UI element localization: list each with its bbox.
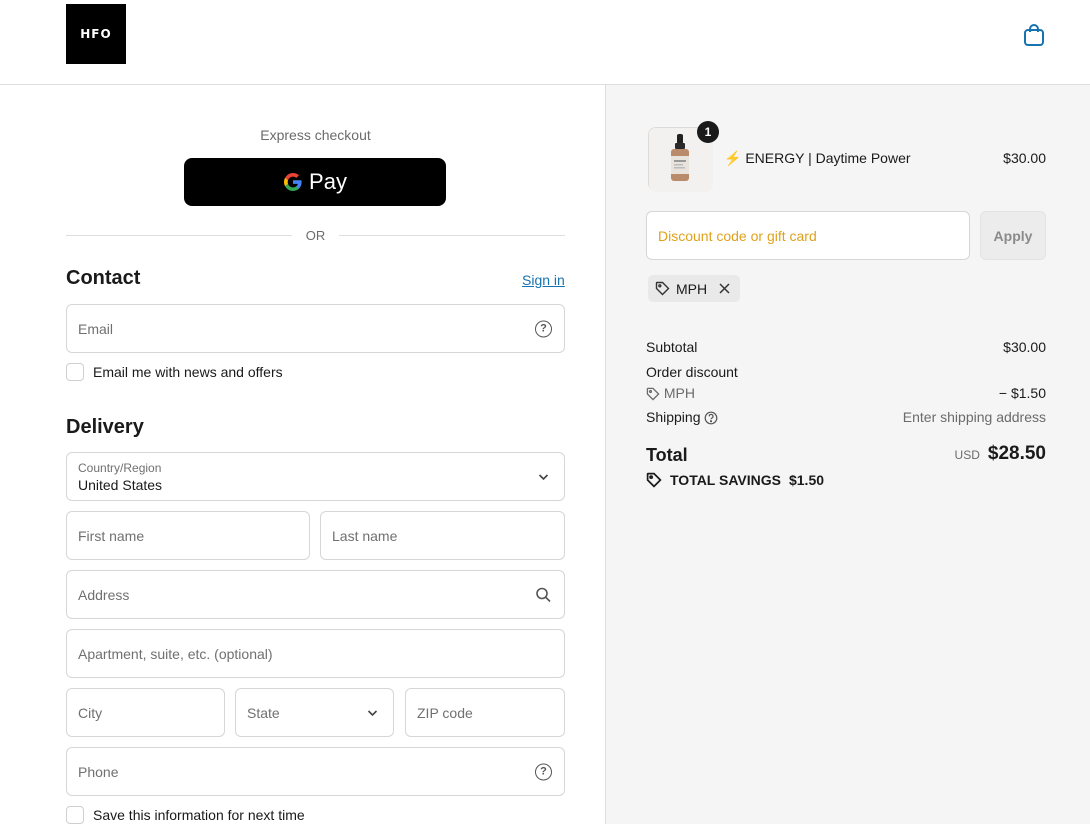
save-info-checkbox[interactable] — [66, 806, 84, 824]
divider-line — [66, 234, 292, 236]
email-placeholder: Email — [78, 320, 114, 337]
last-name-field[interactable]: Last name — [320, 511, 565, 560]
total-currency: USD — [954, 448, 980, 462]
country-region-select[interactable]: Country/Region United States — [66, 452, 565, 501]
subtotal-row: Subtotal $30.00 — [646, 339, 1046, 355]
discount-placeholder: Discount code or gift card — [658, 227, 817, 244]
close-icon[interactable] — [717, 281, 732, 296]
apply-button[interactable]: Apply — [980, 211, 1046, 260]
savings-label: TOTAL SAVINGS — [670, 472, 781, 488]
help-icon[interactable]: ? — [535, 320, 552, 337]
header: HFO — [0, 0, 1090, 85]
apartment-field[interactable]: Apartment, suite, etc. (optional) — [66, 629, 565, 678]
phone-field[interactable]: Phone ? — [66, 747, 565, 796]
or-divider: OR — [66, 227, 565, 243]
help-icon[interactable] — [704, 411, 718, 425]
total-value: $28.50 — [987, 443, 1046, 464]
shipping-value: Enter shipping address — [902, 409, 1046, 425]
save-info-label: Save this information for next time — [93, 807, 305, 823]
news-offers-row[interactable]: Email me with news and offers — [66, 363, 283, 381]
city-placeholder: City — [78, 704, 103, 721]
chevron-down-icon — [538, 473, 549, 480]
product-name: ⚡ ENERGY | Daytime Power — [724, 150, 911, 166]
discount-code-label: MPH — [663, 385, 696, 401]
applied-code-label: MPH — [676, 280, 708, 297]
country-label: Country/Region — [78, 460, 162, 475]
product-thumbnail: 1 — [648, 121, 719, 192]
google-g-icon — [284, 173, 302, 191]
address-placeholder: Address — [78, 586, 130, 603]
first-name-placeholder: First name — [78, 527, 145, 544]
logo-text: HFO — [80, 27, 112, 41]
search-icon — [536, 587, 551, 602]
delivery-title: Delivery — [66, 416, 144, 438]
subtotal-value: $30.00 — [1003, 339, 1046, 355]
divider-line — [339, 234, 565, 236]
tag-icon — [655, 281, 670, 296]
product-price: $30.00 — [1003, 150, 1046, 166]
zip-placeholder: ZIP code — [417, 704, 473, 721]
apartment-placeholder: Apartment, suite, etc. (optional) — [78, 645, 273, 662]
chevron-down-icon — [367, 709, 378, 716]
order-discount-label: Order discount — [646, 364, 738, 380]
total-savings-row: TOTAL SAVINGS $1.50 — [646, 472, 824, 488]
country-value: United States — [78, 476, 163, 493]
news-offers-checkbox[interactable] — [66, 363, 84, 381]
last-name-placeholder: Last name — [332, 527, 398, 544]
google-pay-button[interactable]: Pay — [184, 158, 446, 206]
zip-code-field[interactable]: ZIP code — [405, 688, 565, 737]
email-field[interactable]: Email ? — [66, 304, 565, 353]
help-icon[interactable]: ? — [535, 763, 552, 780]
sign-in-link[interactable]: Sign in — [522, 272, 565, 288]
discount-code-row: MPH − $1.50 — [646, 385, 1046, 401]
subtotal-label: Subtotal — [646, 339, 698, 355]
state-placeholder: State — [247, 704, 280, 721]
shipping-label: Shipping — [646, 409, 701, 425]
or-label: OR — [305, 227, 326, 243]
google-pay-label: Pay — [309, 169, 347, 194]
news-offers-label: Email me with news and offers — [93, 364, 283, 380]
city-field[interactable]: City — [66, 688, 225, 737]
shopping-bag-icon[interactable] — [1023, 23, 1045, 47]
tag-icon — [646, 387, 660, 401]
applied-discount-chip: MPH — [648, 275, 741, 302]
first-name-field[interactable]: First name — [66, 511, 310, 560]
total-label: Total — [646, 445, 688, 465]
order-summary: 1 ⚡ ENERGY | Daytime Power $30.00 Discou… — [606, 85, 1090, 824]
express-checkout-label: Express checkout — [260, 127, 371, 143]
logo[interactable]: HFO — [66, 4, 126, 64]
checkout-form: Express checkout Pay OR Contact Sign in … — [0, 85, 606, 824]
save-info-row[interactable]: Save this information for next time — [66, 806, 305, 824]
contact-title: Contact — [66, 267, 141, 289]
total-row: Total USD $28.50 — [646, 443, 1046, 466]
phone-placeholder: Phone — [78, 763, 119, 780]
quantity-badge: 1 — [697, 121, 719, 143]
state-select[interactable]: State — [235, 688, 394, 737]
order-discount-row: Order discount — [646, 364, 1046, 380]
savings-value: $1.50 — [788, 472, 825, 488]
discount-code-input[interactable]: Discount code or gift card — [646, 211, 970, 260]
tag-icon — [646, 472, 662, 488]
shipping-row: Shipping Enter shipping address — [646, 409, 1046, 425]
discount-value: − $1.50 — [998, 385, 1046, 401]
address-field[interactable]: Address — [66, 570, 565, 619]
